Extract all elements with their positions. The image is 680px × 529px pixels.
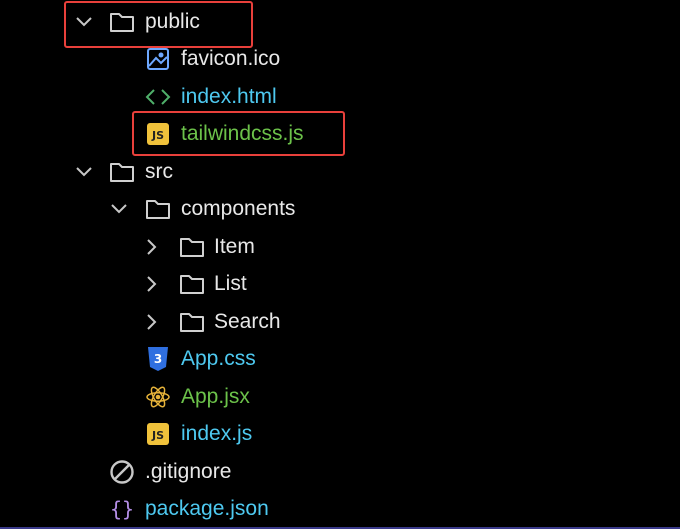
tree-item-favicon-file[interactable]: favicon.ico <box>0 41 680 77</box>
tree-item-src-folder[interactable]: src <box>0 154 680 190</box>
tree-item-gitignore-file[interactable]: .gitignore <box>0 454 680 490</box>
chevron-right-icon[interactable] <box>143 304 161 340</box>
tree-item-label: public <box>145 10 200 33</box>
html-code-icon <box>145 79 171 115</box>
image-file-icon <box>145 41 171 77</box>
json-braces-icon: {} <box>109 491 135 527</box>
tree-item-package-json-file[interactable]: {} package.json <box>0 491 680 527</box>
svg-text:JS: JS <box>151 129 164 142</box>
react-icon <box>145 379 171 415</box>
folder-icon <box>109 154 135 190</box>
file-explorer-tree: public favicon.ico index.html JS tailwin… <box>0 0 680 529</box>
tree-item-label: favicon.ico <box>181 47 281 70</box>
tree-item-list-folder[interactable]: List <box>0 266 680 302</box>
chevron-down-icon[interactable] <box>75 154 93 190</box>
chevron-down-icon[interactable] <box>110 191 128 227</box>
folder-icon <box>145 191 171 227</box>
tree-item-label: src <box>145 160 173 183</box>
folder-icon <box>179 229 205 265</box>
tree-item-label: tailwindcss.js <box>181 122 304 145</box>
tree-item-label: Item <box>214 235 255 258</box>
tree-item-label: index.js <box>181 422 253 445</box>
chevron-right-icon[interactable] <box>143 229 161 265</box>
tree-item-index-js-file[interactable]: JS index.js <box>0 416 680 452</box>
gitignore-icon <box>109 454 135 490</box>
js-file-icon: JS <box>145 116 171 152</box>
svg-text:{}: {} <box>110 497 134 521</box>
tree-item-index-html-file[interactable]: index.html <box>0 79 680 115</box>
tree-item-label: components <box>181 197 296 220</box>
tree-item-search-folder[interactable]: Search <box>0 304 680 340</box>
tree-item-app-css-file[interactable]: 3 App.css <box>0 341 680 377</box>
tree-item-label: App.jsx <box>181 385 250 408</box>
tree-item-tailwindcss-file[interactable]: JS tailwindcss.js <box>0 116 680 152</box>
tree-item-item-folder[interactable]: Item <box>0 229 680 265</box>
tree-item-label: package.json <box>145 497 269 520</box>
folder-icon <box>179 266 205 302</box>
tree-item-app-jsx-file[interactable]: App.jsx <box>0 379 680 415</box>
svg-text:3: 3 <box>154 352 162 366</box>
tree-item-label: List <box>214 272 247 295</box>
tree-item-label: .gitignore <box>145 460 232 483</box>
tree-item-label: index.html <box>181 85 277 108</box>
css-file-icon: 3 <box>145 341 171 377</box>
tree-item-label: App.css <box>181 347 256 370</box>
tree-item-components-folder[interactable]: components <box>0 191 680 227</box>
folder-icon <box>109 4 135 40</box>
tree-item-public-folder[interactable]: public <box>0 4 680 40</box>
folder-icon <box>179 304 205 340</box>
chevron-right-icon[interactable] <box>143 266 161 302</box>
js-file-icon: JS <box>145 416 171 452</box>
chevron-down-icon[interactable] <box>75 4 93 40</box>
tree-item-label: Search <box>214 310 281 333</box>
svg-text:JS: JS <box>151 429 164 442</box>
